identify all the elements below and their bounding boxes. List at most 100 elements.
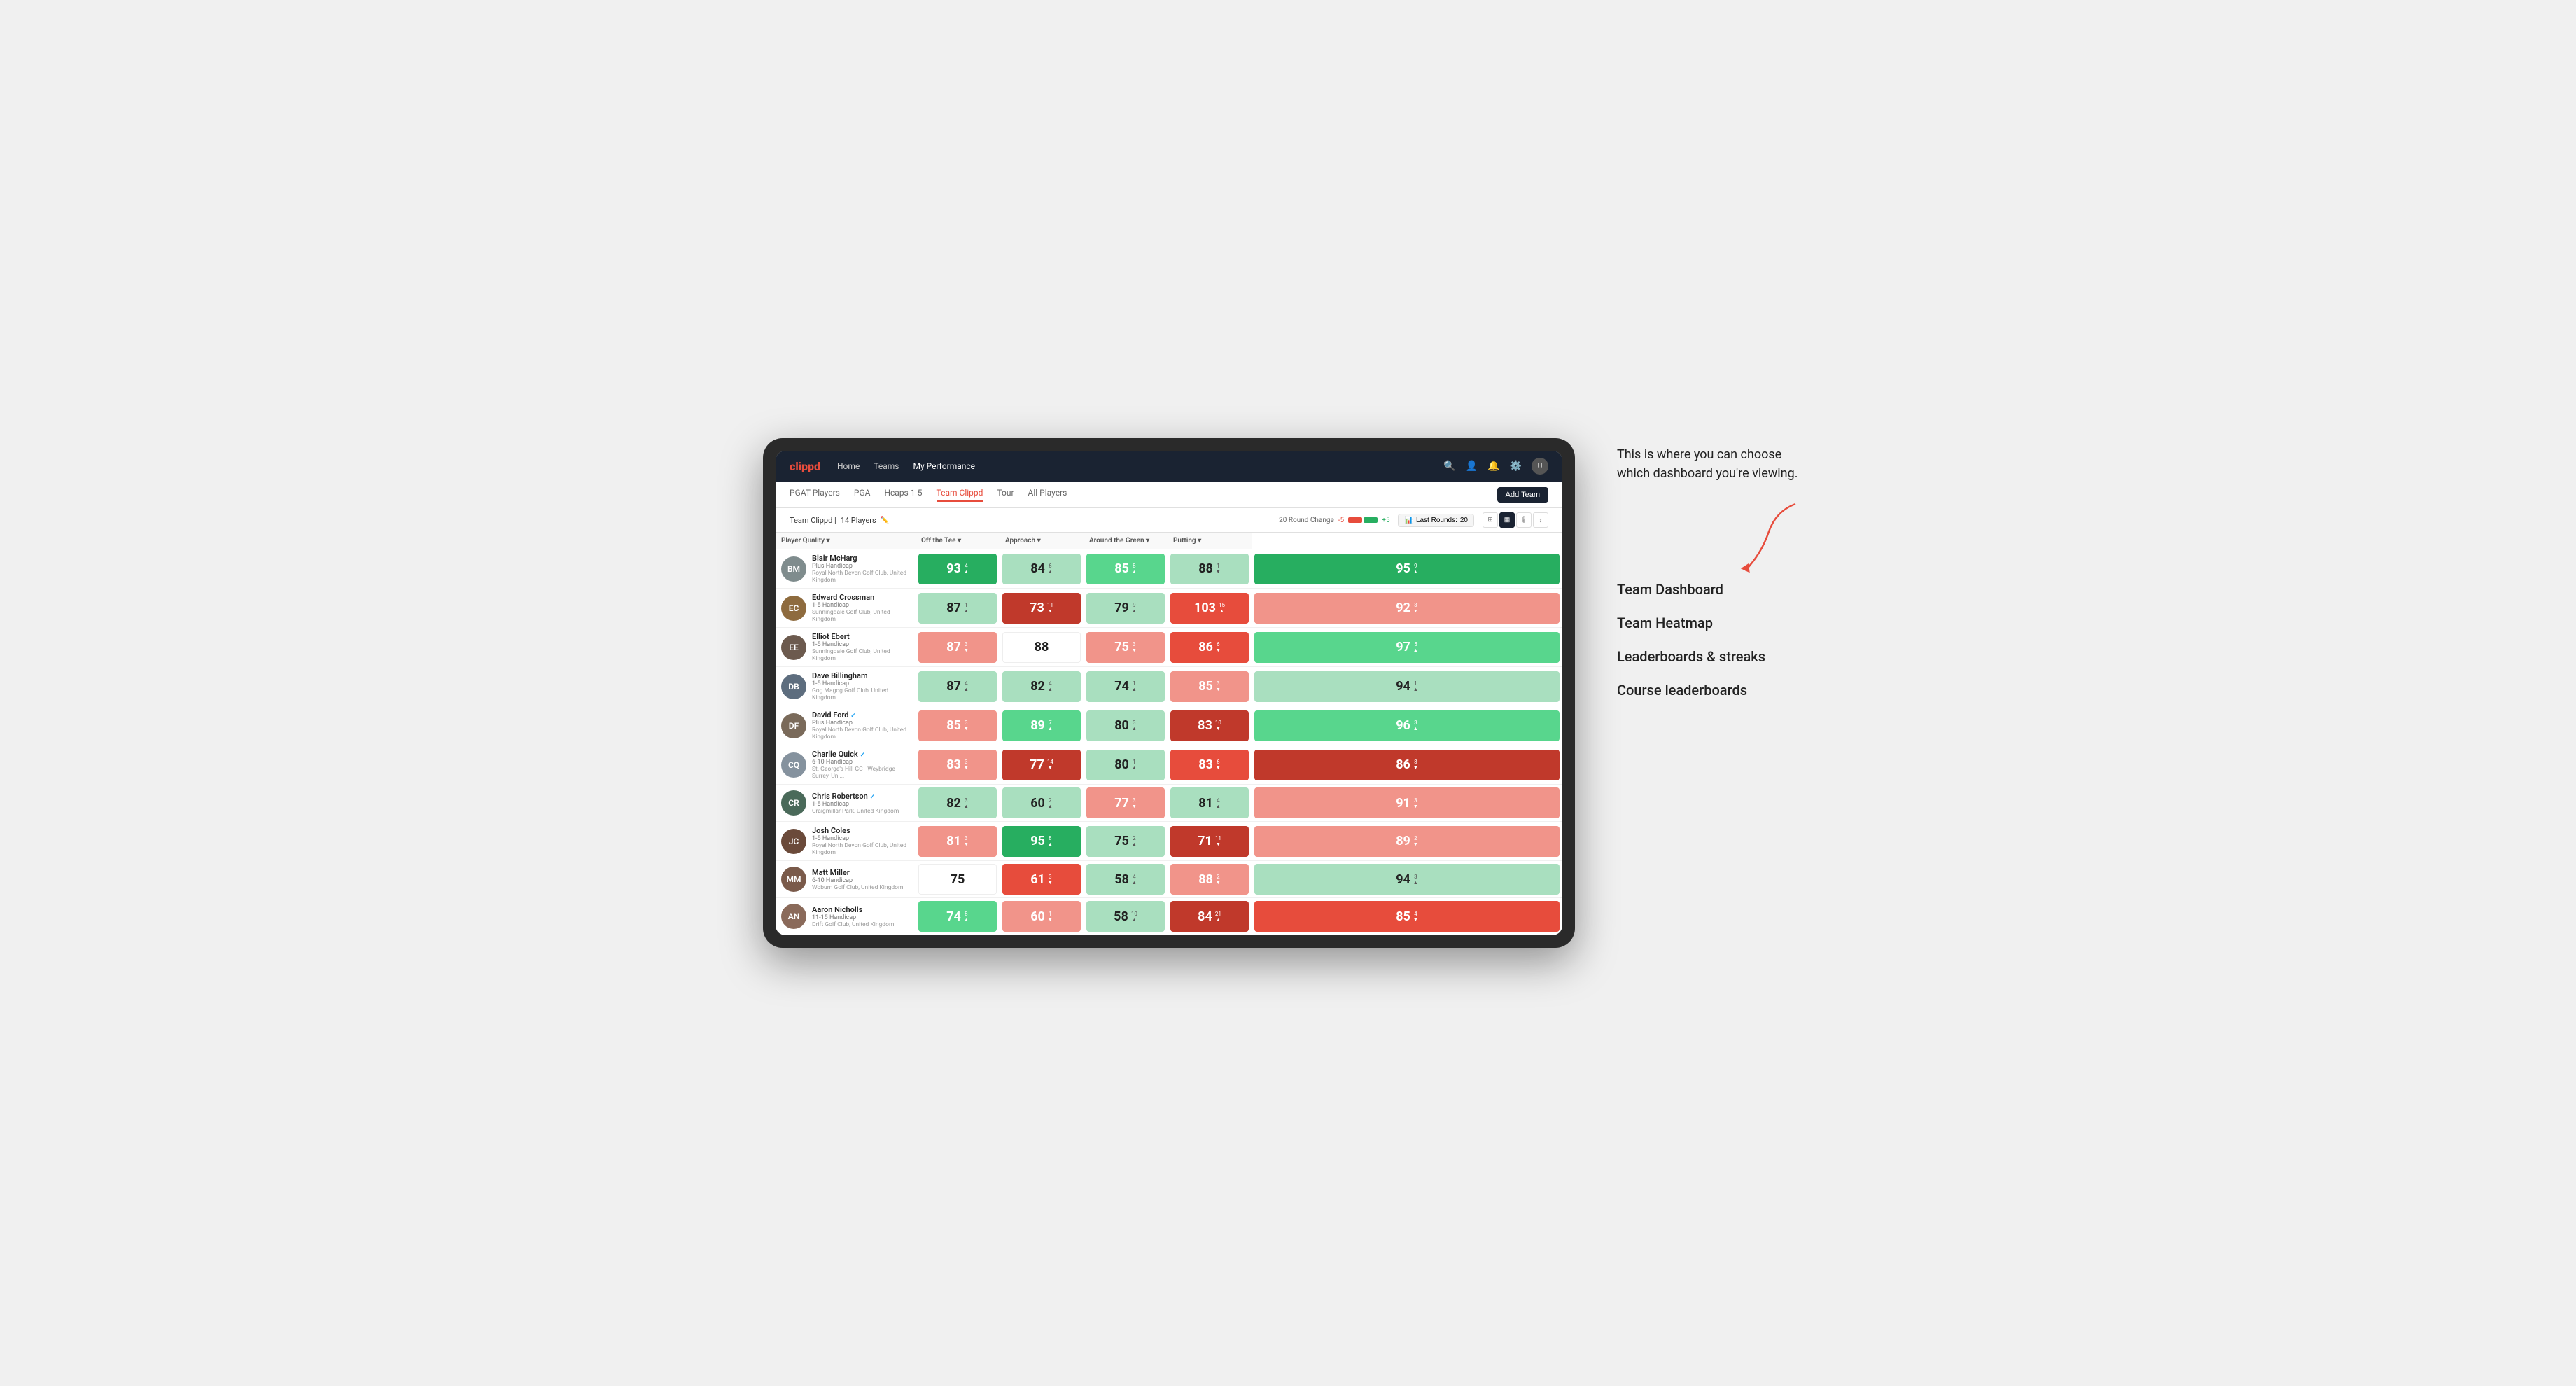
metric-value: 84 [1198,909,1212,924]
metric-value: 87 [946,601,961,615]
player-handicap: 6-10 Handicap [812,759,910,766]
nav-link-teams[interactable]: Teams [874,461,899,471]
settings-icon[interactable]: ⚙️ [1510,461,1522,472]
col-player: Player Quality ▾ [776,533,916,550]
metric-value: 103 [1194,601,1216,615]
metric-value: 93 [946,561,961,576]
table-container: Player Quality ▾ Off the Tee ▾ Approach … [776,533,1562,935]
last-rounds-button[interactable]: 📊 Last Rounds: 20 [1398,514,1474,527]
sub-nav-pga[interactable]: PGA [854,488,871,502]
avatar[interactable]: U [1532,458,1548,475]
metric-cell: 74 8▲ [916,898,1000,935]
table-row: DB Dave Billingham 1-5 Handicap Gog Mago… [776,667,1562,706]
metric-box: 85 4▼ [1254,901,1560,932]
metric-box: 61 3▼ [1002,864,1081,895]
metric-value: 87 [946,679,961,694]
metric-box: 71 11▼ [1170,826,1249,857]
metric-box: 84 6▲ [1002,554,1081,584]
metric-value: 86 [1198,640,1213,654]
player-club: Drift Golf Club, United Kingdom [812,921,894,928]
player-cell[interactable]: CR Chris Robertson ✓ 1-5 Handicap Craigm… [776,785,916,822]
col-approach: Approach ▾ [1000,533,1084,550]
metric-box: 77 3▼ [1086,788,1165,818]
tablet-device: clippd Home Teams My Performance 🔍 👤 🔔 ⚙… [763,438,1575,948]
metric-box: 94 3▲ [1254,864,1560,895]
sub-nav-tour[interactable]: Tour [997,488,1014,502]
metric-value: 81 [946,834,961,848]
metric-value: 77 [1030,757,1044,772]
player-club: Royal North Devon Golf Club, United King… [812,570,910,584]
heatmap-view-icon[interactable]: 🌡 [1516,512,1532,528]
sub-nav-team-clippd[interactable]: Team Clippd [937,488,983,502]
arrow-icon [1722,498,1820,580]
player-name: Josh Coles [812,826,910,835]
player-cell[interactable]: EC Edward Crossman 1-5 Handicap Sunningd… [776,589,916,628]
player-cell[interactable]: DB Dave Billingham 1-5 Handicap Gog Mago… [776,667,916,706]
team-header: Team Clippd | 14 Players ✏️ 20 Round Cha… [776,508,1562,533]
metric-cell: 88 1▼ [1168,550,1252,589]
table-view-icon[interactable]: ▦ [1499,512,1515,528]
metric-value: 82 [946,796,961,811]
metric-box: 80 3▲ [1086,710,1165,741]
player-name: Blair McHarg [812,554,910,563]
edit-icon[interactable]: ✏️ [881,517,889,524]
player-cell[interactable]: JC Josh Coles 1-5 Handicap Royal North D… [776,822,916,861]
player-club: Royal North Devon Golf Club, United King… [812,842,910,856]
player-details: Dave Billingham 1-5 Handicap Gog Magog G… [812,671,910,701]
table-row: MM Matt Miller 6-10 Handicap Woburn Golf… [776,861,1562,898]
grid-view-icon[interactable]: ⊞ [1483,512,1498,528]
sub-nav-pgat[interactable]: PGAT Players [790,488,840,502]
metric-value: 85 [1198,679,1213,694]
table-row: CR Chris Robertson ✓ 1-5 Handicap Craigm… [776,785,1562,822]
metric-cell: 87 3▼ [916,628,1000,667]
metric-cell: 60 1▼ [1000,898,1084,935]
player-cell[interactable]: CQ Charlie Quick ✓ 6-10 Handicap St. Geo… [776,746,916,785]
metric-cell: 94 3▲ [1252,861,1562,898]
metric-box: 74 1▲ [1086,671,1165,702]
metric-box: 83 6▼ [1170,750,1249,780]
player-club: Craigmillar Park, United Kingdom [812,808,899,815]
metric-value: 74 [1114,679,1129,694]
metric-cell: 71 11▼ [1168,822,1252,861]
metric-box: 82 4▲ [1002,671,1081,702]
player-details: Matt Miller 6-10 Handicap Woburn Golf Cl… [812,868,903,891]
metric-value: 83 [1198,718,1212,733]
search-icon[interactable]: 🔍 [1443,461,1455,472]
annotation-item-leaderboards: Leaderboards & streaks [1617,648,1813,665]
bell-icon[interactable]: 🔔 [1488,461,1499,472]
metric-cell: 80 3▲ [1084,706,1168,746]
metric-value: 86 [1396,757,1410,772]
player-club: Sunningdale Golf Club, United Kingdom [812,609,910,623]
player-avatar: JC [781,829,806,854]
table-row: BM Blair McHarg Plus Handicap Royal Nort… [776,550,1562,589]
metric-cell: 81 3▼ [916,822,1000,861]
metric-cell: 85 3▼ [916,706,1000,746]
player-cell[interactable]: BM Blair McHarg Plus Handicap Royal Nort… [776,550,916,589]
add-team-button[interactable]: Add Team [1497,487,1548,503]
metric-cell: 58 10▲ [1084,898,1168,935]
list-view-icon[interactable]: ↕ [1533,512,1548,528]
metric-box: 97 5▲ [1254,632,1560,663]
metric-cell: 97 5▲ [1252,628,1562,667]
sub-nav-hcaps[interactable]: Hcaps 1-5 [884,488,922,502]
player-cell[interactable]: EE Elliot Ebert 1-5 Handicap Sunningdale… [776,628,916,667]
last-rounds-value: 20 [1460,517,1468,524]
player-cell[interactable]: MM Matt Miller 6-10 Handicap Woburn Golf… [776,861,916,898]
metric-box: 95 8▲ [1002,826,1081,857]
metric-cell: 84 21▲ [1168,898,1252,935]
sub-nav: PGAT Players PGA Hcaps 1-5 Team Clippd T… [776,482,1562,508]
metric-box: 83 10▼ [1170,710,1249,741]
metric-box: 91 3▼ [1254,788,1560,818]
metric-value: 83 [946,757,961,772]
sub-nav-links: PGAT Players PGA Hcaps 1-5 Team Clippd T… [790,488,1497,502]
player-cell[interactable]: DF David Ford ✓ Plus Handicap Royal Nort… [776,706,916,746]
sub-nav-all-players[interactable]: All Players [1028,488,1068,502]
player-handicap: 1-5 Handicap [812,835,910,842]
player-cell[interactable]: AN Aaron Nicholls 11-15 Handicap Drift G… [776,898,916,935]
metric-value: 85 [1396,909,1410,924]
metric-value: 75 [1114,834,1129,848]
nav-link-home[interactable]: Home [837,461,860,471]
nav-link-performance[interactable]: My Performance [913,461,975,471]
player-details: David Ford ✓ Plus Handicap Royal North D… [812,710,910,741]
user-icon[interactable]: 👤 [1466,461,1478,472]
